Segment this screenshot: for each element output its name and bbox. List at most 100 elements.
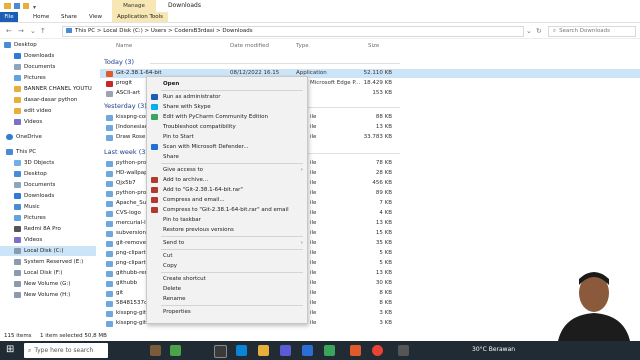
file-name: HD-wallpap: [116, 170, 148, 176]
nav-label: Videos: [24, 237, 43, 243]
file-size: 18.429 KB: [363, 80, 392, 86]
nav-local-disk-c[interactable]: Local Disk (C:): [0, 246, 96, 256]
nav-downloads[interactable]: Downloads: [14, 191, 54, 201]
menu-item-copy[interactable]: Copy: [147, 261, 307, 271]
recent-dropdown-icon[interactable]: ⌄: [30, 27, 36, 35]
weather-info[interactable]: 30°C Berawan: [472, 346, 515, 353]
nav-quick-access-downloads[interactable]: Downloads: [14, 51, 54, 61]
file-type: ile: [310, 170, 317, 176]
refresh-icon[interactable]: ↻: [536, 27, 542, 35]
menu-item-label: Share: [163, 154, 179, 160]
column-name[interactable]: Name: [116, 43, 132, 49]
column-date[interactable]: Date modified: [230, 43, 269, 49]
app-icon[interactable]: [398, 345, 409, 356]
edge-icon[interactable]: [236, 345, 247, 356]
cloud-icon: [6, 133, 13, 140]
menu-item-compress-to-git-2-38-1-64-bit-rar-and-email[interactable]: Compress to "Git-2.38.1-64-bit.rar" and …: [147, 205, 307, 215]
menu-item-edit-with-pycharm-community-edition[interactable]: Edit with PyCharm Community Edition: [147, 112, 307, 122]
nav-quick-access-pictures[interactable]: Pictures: [14, 73, 46, 83]
menu-item-run-as-administrator[interactable]: Run as administrator: [147, 92, 307, 102]
nav-videos[interactable]: Videos: [14, 235, 42, 245]
tab-file[interactable]: File: [0, 12, 18, 22]
nav-quick-access-dasar-python[interactable]: dasar-dasar python: [14, 95, 77, 105]
nav-desktop[interactable]: Desktop: [14, 169, 47, 179]
svg-text:▾: ▾: [33, 4, 36, 10]
nav-local-disk-f[interactable]: Local Disk (F:): [14, 268, 62, 278]
menu-item-open[interactable]: Open: [147, 79, 307, 89]
pycharm-icon[interactable]: [324, 345, 335, 356]
nav-label: System Reserved (E:): [24, 259, 84, 265]
pdf-icon: [106, 81, 113, 87]
nav-quick-access-edit-video[interactable]: edit video: [14, 106, 51, 116]
group-yesterday[interactable]: Yesterday (3): [104, 102, 147, 110]
nav-documents[interactable]: Documents: [14, 180, 55, 190]
menu-item-properties[interactable]: Properties: [147, 307, 307, 317]
task-view-icon[interactable]: [214, 345, 227, 358]
nav-music[interactable]: Music: [14, 202, 40, 212]
nav-quick-access-banner[interactable]: BANNER CHANEL YOUTU: [14, 84, 92, 94]
nav-redmi[interactable]: Redmi 8A Pro: [14, 224, 61, 234]
back-icon[interactable]: ←: [6, 27, 12, 35]
pycharm-icon: [151, 114, 158, 120]
nav-quick-access-videos[interactable]: Videos: [14, 117, 42, 127]
menu-item-delete[interactable]: Delete: [147, 284, 307, 294]
menu-item-troubleshoot-compatibility[interactable]: Troubleshoot compatibility: [147, 122, 307, 132]
forward-icon[interactable]: →: [18, 27, 24, 35]
menu-item-share-with-skype[interactable]: Share with Skype: [147, 102, 307, 112]
taskbar-search[interactable]: ⌕ Type here to search: [24, 343, 108, 358]
group-today[interactable]: Today (3): [104, 58, 134, 66]
desktop-icon: [4, 41, 11, 48]
nav-label: BANNER CHANEL YOUTU: [24, 86, 92, 92]
search-input[interactable]: ⌕ Search Downloads: [548, 26, 636, 37]
column-type[interactable]: Type: [296, 43, 309, 49]
mail-icon[interactable]: [302, 345, 313, 356]
up-icon[interactable]: ↑: [40, 27, 46, 35]
chrome-icon[interactable]: [372, 345, 383, 356]
cube-icon: [14, 159, 21, 166]
tab-share[interactable]: Share: [56, 12, 82, 22]
menu-item-scan-with-microsoft-defender[interactable]: Scan with Microsoft Defender...: [147, 142, 307, 152]
nav-quick-access-documents[interactable]: Documents: [14, 62, 55, 72]
menu-item-label: Compress to "Git-2.38.1-64-bit.rar" and …: [163, 207, 289, 213]
menu-item-add-to-archive[interactable]: Add to archive...: [147, 175, 307, 185]
nav-new-volume-g[interactable]: New Volume (G:): [14, 279, 70, 289]
manage-tab[interactable]: Manage: [112, 0, 156, 12]
nav-pictures[interactable]: Pictures: [14, 213, 46, 223]
menu-item-restore-previous-versions[interactable]: Restore previous versions: [147, 225, 307, 235]
tab-home[interactable]: Home: [28, 12, 54, 22]
windows-start-icon[interactable]: ⊞: [6, 344, 14, 355]
column-size[interactable]: Size: [368, 43, 379, 49]
drive-icon: [14, 269, 21, 276]
nav-label: Downloads: [24, 53, 55, 59]
navigation-pane: Desktop Downloads Documents Pictures BAN…: [0, 40, 96, 330]
git-icon[interactable]: [350, 345, 361, 356]
nav-onedrive[interactable]: OneDrive: [6, 132, 42, 142]
file-size: 89 KB: [375, 190, 392, 196]
nav-new-volume-h[interactable]: New Volume (H:): [14, 290, 70, 300]
menu-item-share[interactable]: Share: [147, 152, 307, 162]
group-last-week[interactable]: Last week (32): [104, 148, 152, 156]
store-icon[interactable]: [280, 345, 291, 356]
menu-item-send-to[interactable]: Send to ›: [147, 238, 307, 248]
nav-this-pc[interactable]: This PC: [6, 147, 36, 157]
menu-item-pin-to-start[interactable]: Pin to Start: [147, 132, 307, 142]
quick-access-toolbar[interactable]: ▾: [4, 2, 44, 11]
nav-quick-access-desktop[interactable]: Desktop: [4, 40, 37, 50]
folder-icon: [14, 96, 21, 103]
address-dropdown-icon[interactable]: ⌄: [526, 27, 532, 35]
menu-item-give-access-to[interactable]: Give access to ›: [147, 165, 307, 175]
menu-item-create-shortcut[interactable]: Create shortcut: [147, 274, 307, 284]
tab-application-tools[interactable]: Application Tools: [112, 12, 169, 22]
nav-3d-objects[interactable]: 3D Objects: [14, 158, 54, 168]
tab-view[interactable]: View: [84, 12, 107, 22]
menu-item-pin-to-taskbar[interactable]: Pin to taskbar: [147, 215, 307, 225]
address-bar[interactable]: This PC > Local Disk (C:) > Users > Code…: [62, 26, 524, 37]
nav-system-reserved-e[interactable]: System Reserved (E:): [14, 257, 83, 267]
file-explorer-icon[interactable]: [258, 345, 269, 356]
menu-item-add-to-git-2-38-1-64-bit-rar[interactable]: Add to "Git-2.38.1-64-bit.rar": [147, 185, 307, 195]
menu-item-rename[interactable]: Rename: [147, 294, 307, 304]
nav-label: Redmi 8A Pro: [24, 226, 61, 232]
menu-item-compress-and-email[interactable]: Compress and email...: [147, 195, 307, 205]
search-placeholder: Search Downloads: [559, 28, 610, 34]
menu-item-cut[interactable]: Cut: [147, 251, 307, 261]
